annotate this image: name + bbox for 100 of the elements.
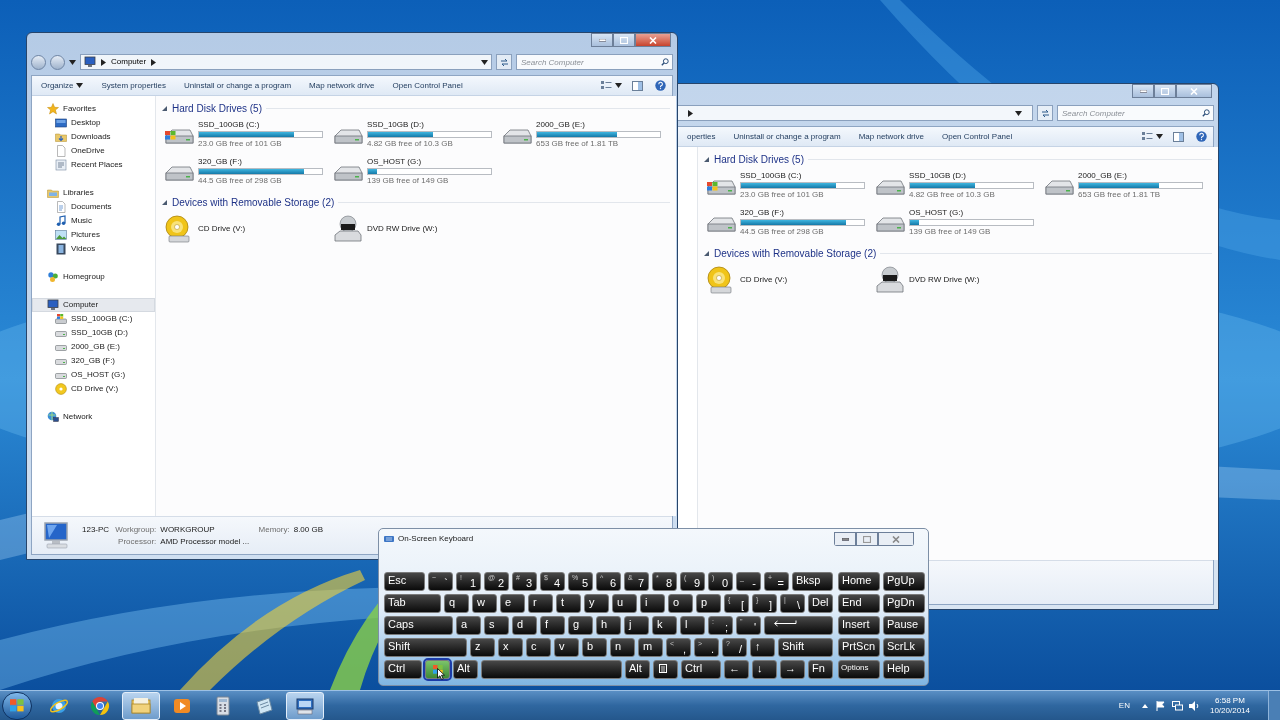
sidebar-item[interactable]: Computer (32, 298, 155, 312)
keyboard-key[interactable]: Help (883, 660, 925, 679)
sidebar-item[interactable]: CD Drive (V:) (32, 382, 155, 396)
toolbar-button[interactable]: Open Control Panel (933, 127, 1022, 146)
keyboard-key[interactable]: l (680, 616, 705, 635)
maximize-button[interactable] (1154, 84, 1176, 98)
keyboard-key[interactable]: Ctrl (681, 660, 721, 679)
keyboard-key[interactable]: End (838, 594, 880, 613)
keyboard-key[interactable]: f (540, 616, 565, 635)
refresh-button[interactable] (1037, 105, 1053, 121)
keyboard-key[interactable]: z (470, 638, 495, 657)
drive-tile[interactable]: 320_GB (F:) 44.5 GB free of 298 GB (163, 153, 332, 190)
toolbar-button[interactable]: Open Control Panel (383, 76, 472, 95)
sidebar-item[interactable]: Desktop (32, 116, 155, 130)
keyboard-key[interactable]: q (444, 594, 469, 613)
maximize-button[interactable] (856, 532, 878, 546)
keyboard-key[interactable]: Caps (384, 616, 453, 635)
minimize-button[interactable] (1132, 84, 1154, 98)
keyboard-key[interactable]: ScrLk (883, 638, 925, 657)
keyboard-key[interactable]: Home (838, 572, 880, 591)
minimize-button[interactable] (834, 532, 856, 546)
menu-button[interactable]: Organize (32, 76, 93, 95)
group-toggle[interactable] (703, 155, 710, 163)
drive-tile[interactable]: SSD_100GB (C:) 23.0 GB free of 101 GB (705, 167, 874, 204)
keyboard-key[interactable]: → (780, 660, 805, 679)
keyboard-key[interactable] (764, 616, 833, 635)
keyboard-key[interactable]: i (640, 594, 665, 613)
keyboard-key[interactable]: c (526, 638, 551, 657)
back-button[interactable] (31, 54, 46, 70)
keyboard-key[interactable]: ← (724, 660, 749, 679)
forward-button[interactable] (50, 54, 65, 70)
keyboard-key[interactable]: s (484, 616, 509, 635)
keyboard-key[interactable]: a (456, 616, 481, 635)
keyboard-key[interactable]: r (528, 594, 553, 613)
keyboard-key[interactable]: Ctrl (384, 660, 422, 679)
keyboard-key[interactable]: Tab (384, 594, 441, 613)
keyboard-key[interactable]: e (500, 594, 525, 613)
keyboard-key[interactable]: k (652, 616, 677, 635)
drive-tile[interactable]: DVD RW Drive (W:) (874, 261, 1043, 298)
toolbar-button[interactable]: Map network drive (300, 76, 384, 95)
drive-tile[interactable]: 2000_GB (E:) 653 GB free of 1.81 TB (501, 116, 670, 153)
minimize-button[interactable] (591, 33, 613, 47)
drive-tile[interactable]: SSD_10GB (D:) 4.82 GB free of 10.3 GB (874, 167, 1043, 204)
keyboard-key[interactable]: u (612, 594, 637, 613)
keyboard-key[interactable]: Pause (883, 616, 925, 635)
drive-tile[interactable]: 320_GB (F:) 44.5 GB free of 298 GB (705, 204, 874, 241)
keyboard-key[interactable]: b (582, 638, 607, 657)
address-bar[interactable]: Computer (80, 54, 492, 70)
drive-tile[interactable]: CD Drive (V:) (705, 261, 874, 298)
sidebar-item[interactable]: Videos (32, 242, 155, 256)
drive-tile[interactable]: SSD_100GB (C:) 23.0 GB free of 101 GB (163, 116, 332, 153)
drive-tile[interactable]: CD Drive (V:) (163, 210, 332, 247)
keyboard-key[interactable]: Fn (808, 660, 833, 679)
sidebar-item[interactable]: Homegroup (32, 270, 155, 284)
keyboard-key[interactable]: n (610, 638, 635, 657)
sidebar-item[interactable]: SSD_10GB (D:) (32, 326, 155, 340)
close-button[interactable] (1176, 84, 1212, 98)
drive-tile[interactable]: SSD_10GB (D:) 4.82 GB free of 10.3 GB (332, 116, 501, 153)
keyboard-key[interactable]: Alt (625, 660, 650, 679)
keyboard-key[interactable]: Esc (384, 572, 425, 591)
sidebar-item[interactable]: Documents (32, 200, 155, 214)
keyboard-key[interactable]: Del (808, 594, 833, 613)
sidebar-item[interactable]: OS_HOST (G:) (32, 368, 155, 382)
drive-tile[interactable]: OS_HOST (G:) 139 GB free of 149 GB (874, 204, 1043, 241)
group-toggle[interactable] (161, 198, 168, 206)
close-button[interactable] (878, 532, 914, 546)
keyboard-key[interactable]: PrtScn (838, 638, 880, 657)
sidebar-item[interactable]: Music (32, 214, 155, 228)
sidebar-item[interactable]: Recent Places (32, 158, 155, 172)
sidebar-item[interactable]: OneDrive (32, 144, 155, 158)
toolbar-button[interactable]: System properties (92, 76, 175, 95)
sidebar-item[interactable]: Downloads (32, 130, 155, 144)
drive-tile[interactable]: OS_HOST (G:) 139 GB free of 149 GB (332, 153, 501, 190)
sidebar-item[interactable]: 320_GB (F:) (32, 354, 155, 368)
keyboard-key[interactable]: d (512, 616, 537, 635)
keyboard-key[interactable] (653, 660, 678, 679)
keyboard-key[interactable]: PgDn (883, 594, 925, 613)
search-field[interactable]: Search Computer (516, 54, 673, 70)
keyboard-key[interactable]: v (554, 638, 579, 657)
keyboard-key[interactable]: Insert (838, 616, 880, 635)
keyboard-key[interactable]: j (624, 616, 649, 635)
toolbar-button[interactable]: Uninstall or change a program (724, 127, 850, 146)
sidebar-item[interactable]: Network (32, 410, 155, 424)
toolbar-button[interactable]: Uninstall or change a program (174, 76, 301, 95)
keyboard-key[interactable]: p (696, 594, 721, 613)
toolbar-button[interactable]: Map network drive (849, 127, 933, 146)
keyboard-key[interactable]: m (638, 638, 663, 657)
keyboard-key[interactable]: y (584, 594, 609, 613)
keyboard-key[interactable]: x (498, 638, 523, 657)
keyboard-key[interactable]: Options (838, 660, 880, 679)
taskbar-button[interactable] (286, 691, 324, 720)
keyboard-key[interactable]: Alt (453, 660, 478, 679)
close-button[interactable] (635, 33, 671, 47)
address-bar[interactable] (677, 105, 1033, 121)
search-field[interactable]: Search Computer (1057, 105, 1214, 121)
keyboard-key[interactable]: o (668, 594, 693, 613)
keyboard-key[interactable]: Shift (384, 638, 467, 657)
drive-tile[interactable]: 2000_GB (E:) 653 GB free of 1.81 TB (1043, 167, 1212, 204)
start-button[interactable] (2, 691, 32, 720)
sidebar-item[interactable]: Favorites (32, 102, 155, 116)
